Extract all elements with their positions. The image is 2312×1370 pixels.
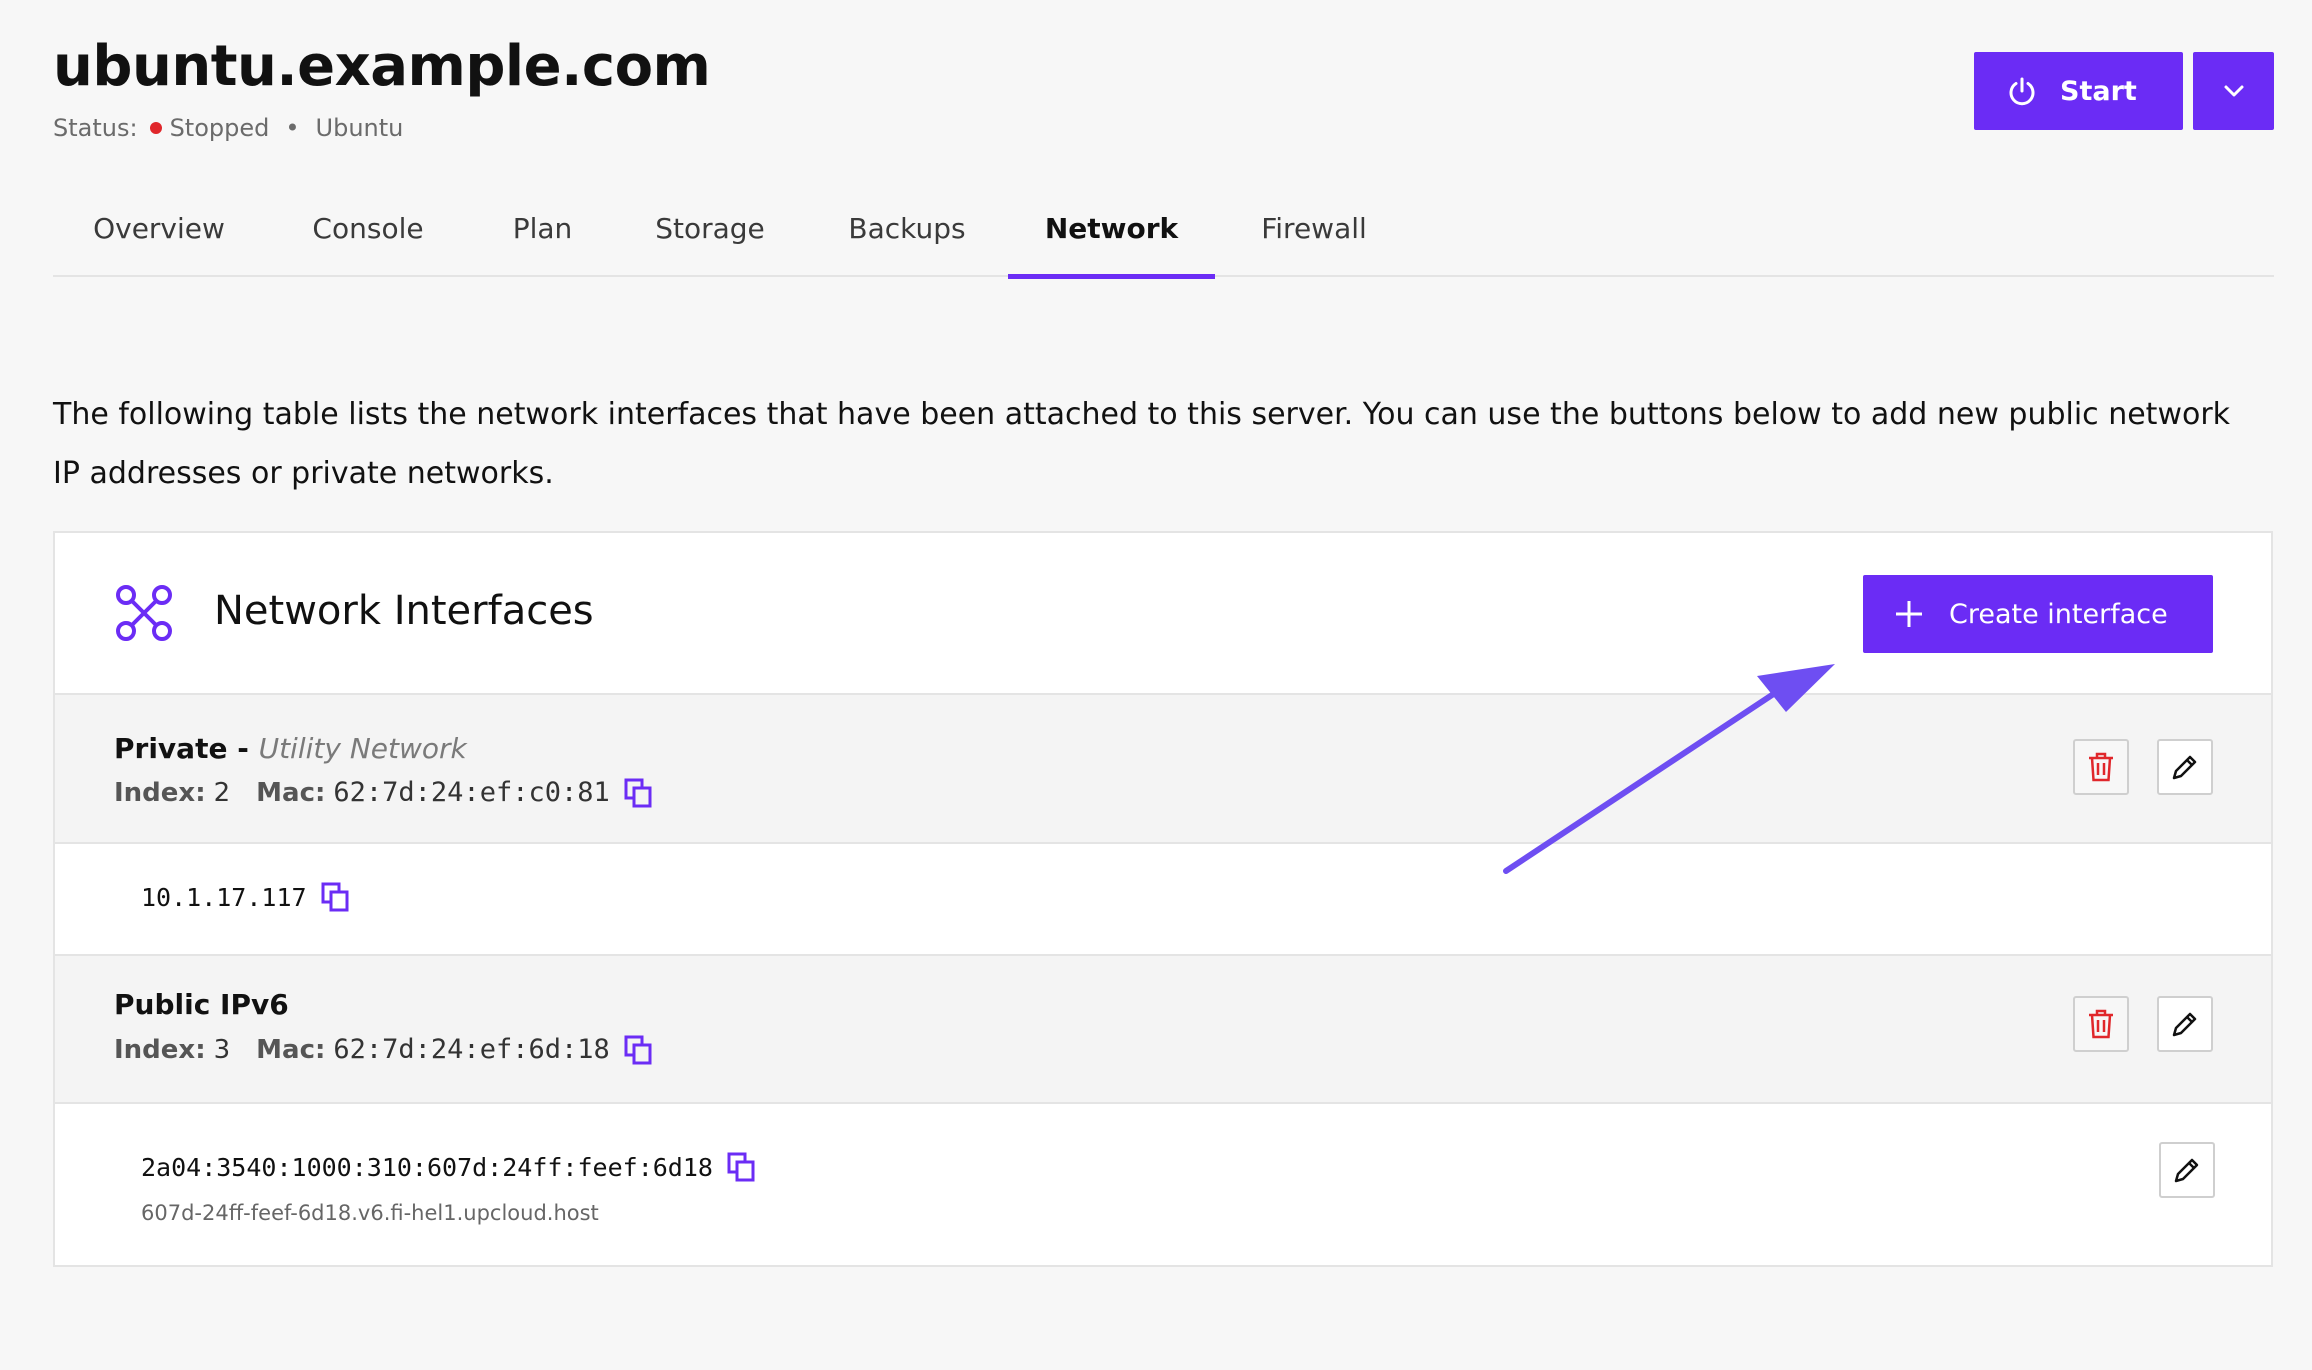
tab-bar: Overview Console Plan Storage Backups Ne… xyxy=(53,180,2274,279)
start-options-button[interactable] xyxy=(2193,52,2274,130)
copy-icon[interactable] xyxy=(727,1152,755,1182)
hostname: 607d-24ff-feef-6d18.v6.fi-hel1.upcloud.h… xyxy=(141,1201,599,1225)
mac-value: 62:7d:24:ef:6d:18 xyxy=(333,1034,610,1065)
copy-icon[interactable] xyxy=(624,1035,652,1065)
plus-icon xyxy=(1896,601,1922,627)
ip-address: 10.1.17.117 xyxy=(141,882,349,912)
delete-interface-button[interactable] xyxy=(2073,996,2129,1052)
ip-address-row: 2a04:3540:1000:310:607d:24ff:feef:6d18 6… xyxy=(55,1104,2271,1267)
card-title: Network Interfaces xyxy=(214,588,594,634)
interface-type: Private - xyxy=(114,732,259,765)
trash-icon xyxy=(2089,1009,2113,1039)
os-label: Ubuntu xyxy=(315,114,404,142)
interface-meta: Index: 2 Mac: 62:7d:24:ef:c0:81 xyxy=(114,777,652,808)
network-description: The following table lists the network in… xyxy=(53,397,2231,491)
index-value: 2 xyxy=(213,777,231,808)
copy-icon[interactable] xyxy=(321,882,349,912)
interface-network: Utility Network xyxy=(258,732,467,765)
start-button[interactable]: Start xyxy=(1974,52,2183,130)
server-title: ubuntu.example.com xyxy=(53,34,711,99)
ip-address-value: 10.1.17.117 xyxy=(141,882,307,912)
edit-ip-button[interactable] xyxy=(2159,1142,2215,1198)
create-interface-button[interactable]: Create interface xyxy=(1863,575,2213,653)
interface-meta: Index: 3 Mac: 62:7d:24:ef:6d:18 xyxy=(114,1034,652,1065)
network-interfaces-card: Network Interfaces Create interface Priv… xyxy=(53,531,2273,1267)
mac-label: Mac: xyxy=(256,777,326,808)
ip-address-value: 2a04:3540:1000:310:607d:24ff:feef:6d18 xyxy=(141,1152,713,1182)
power-icon xyxy=(2009,77,2035,106)
trash-icon xyxy=(2089,752,2113,782)
index-label: Index: xyxy=(114,1034,206,1065)
delete-interface-button[interactable] xyxy=(2073,739,2129,795)
page: ubuntu.example.com Status: Stopped • Ubu… xyxy=(0,0,2312,1370)
start-button-label: Start xyxy=(2060,75,2137,107)
mac-label: Mac: xyxy=(256,1034,326,1065)
interface-name: Public IPv6 xyxy=(114,988,289,1021)
pencil-icon xyxy=(2174,1158,2199,1183)
interface-row: Private - Utility Network Index: 2 Mac: … xyxy=(55,695,2271,844)
tab-backups[interactable]: Backups xyxy=(806,180,1008,277)
tab-console[interactable]: Console xyxy=(265,180,471,277)
index-value: 3 xyxy=(213,1034,231,1065)
tab-network[interactable]: Network xyxy=(1008,180,1215,279)
index-label: Index: xyxy=(114,777,206,808)
copy-icon[interactable] xyxy=(624,778,652,808)
status-label: Status: xyxy=(53,114,138,142)
edit-interface-button[interactable] xyxy=(2157,996,2213,1052)
network-icon xyxy=(116,585,172,641)
status-value: Stopped xyxy=(169,114,270,142)
ip-address-row: 10.1.17.117 xyxy=(55,844,2271,956)
status-dot-icon xyxy=(149,122,162,134)
status-separator: • xyxy=(285,114,300,142)
server-status: Status: Stopped • Ubuntu xyxy=(53,114,403,142)
tab-storage[interactable]: Storage xyxy=(614,180,806,277)
edit-interface-button[interactable] xyxy=(2157,739,2213,795)
card-header: Network Interfaces Create interface xyxy=(55,533,2271,695)
mac-value: 62:7d:24:ef:c0:81 xyxy=(333,777,610,808)
tab-firewall[interactable]: Firewall xyxy=(1215,180,1413,277)
tab-plan[interactable]: Plan xyxy=(471,180,614,277)
interface-name: Private - Utility Network xyxy=(114,732,467,765)
create-interface-label: Create interface xyxy=(1949,598,2168,630)
pencil-icon xyxy=(2172,1012,2197,1037)
chevron-down-icon xyxy=(2224,85,2243,97)
interface-row: Public IPv6 Index: 3 Mac: 62:7d:24:ef:6d… xyxy=(55,956,2271,1104)
ip-address: 2a04:3540:1000:310:607d:24ff:feef:6d18 xyxy=(141,1152,755,1182)
tab-overview[interactable]: Overview xyxy=(53,180,265,277)
pencil-icon xyxy=(2172,755,2197,780)
